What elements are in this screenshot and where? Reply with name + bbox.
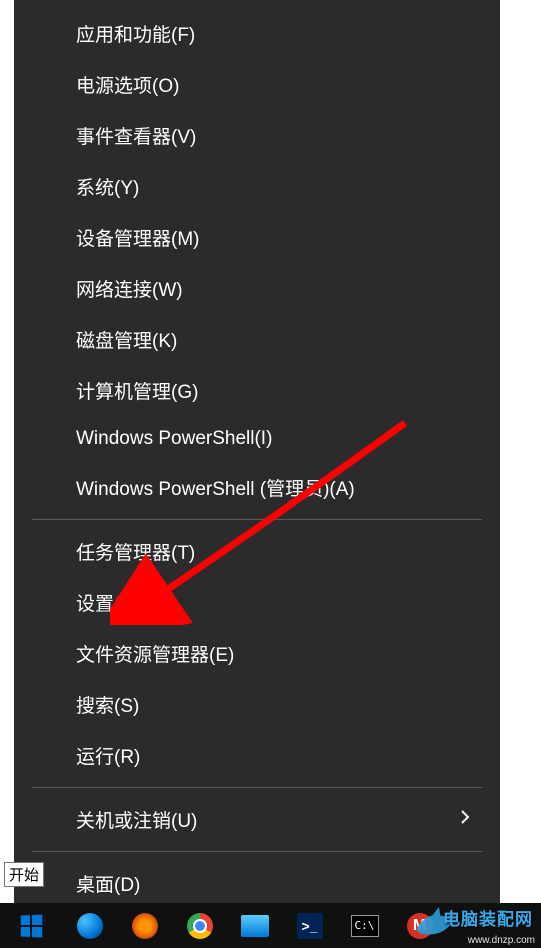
- menu-label: 网络连接(W): [76, 275, 183, 302]
- terminal-icon: C:\: [351, 915, 379, 937]
- menu-item-settings[interactable]: 设置(N): [14, 577, 500, 628]
- menu-label: 磁盘管理(K): [76, 326, 177, 353]
- taskbar-app-m[interactable]: M: [392, 903, 447, 948]
- menu-item-shutdown-signout[interactable]: 关机或注销(U): [14, 794, 500, 845]
- menu-label: 文件资源管理器(E): [76, 640, 234, 667]
- menu-label: 关机或注销(U): [76, 806, 197, 833]
- menu-label: 电源选项(O): [76, 71, 179, 98]
- taskbar-app-powershell[interactable]: >_: [282, 903, 337, 948]
- windows-logo-icon: [21, 914, 43, 937]
- menu-item-file-explorer[interactable]: 文件资源管理器(E): [14, 628, 500, 679]
- start-button[interactable]: [0, 903, 62, 948]
- m-letter-icon: M: [407, 913, 433, 939]
- menu-label: 应用和功能(F): [76, 20, 195, 47]
- menu-item-device-manager[interactable]: 设备管理器(M): [14, 212, 500, 263]
- menu-item-network-connections[interactable]: 网络连接(W): [14, 263, 500, 314]
- chevron-right-icon: [460, 809, 470, 830]
- edge-icon: [77, 913, 103, 939]
- menu-item-run[interactable]: 运行(R): [14, 730, 500, 781]
- taskbar-app-chrome[interactable]: [172, 903, 227, 948]
- menu-label: 设置(N): [76, 589, 140, 616]
- menu-item-apps-features[interactable]: 应用和功能(F): [14, 8, 500, 59]
- menu-item-desktop[interactable]: 桌面(D): [14, 858, 500, 909]
- tooltip-label: 开始: [9, 867, 39, 884]
- menu-item-power-options[interactable]: 电源选项(O): [14, 59, 500, 110]
- menu-item-system[interactable]: 系统(Y): [14, 161, 500, 212]
- menu-label: 运行(R): [76, 742, 140, 769]
- menu-item-computer-management[interactable]: 计算机管理(G): [14, 365, 500, 416]
- menu-item-powershell[interactable]: Windows PowerShell(I): [14, 416, 500, 462]
- folder-icon: [241, 915, 269, 937]
- menu-item-search[interactable]: 搜索(S): [14, 679, 500, 730]
- menu-label: 设备管理器(M): [76, 224, 199, 251]
- menu-divider: [32, 851, 482, 852]
- taskbar-app-file-explorer[interactable]: [227, 903, 282, 948]
- winx-context-menu: 应用和功能(F) 电源选项(O) 事件查看器(V) 系统(Y) 设备管理器(M)…: [14, 0, 500, 903]
- menu-divider: [32, 787, 482, 788]
- firefox-icon: [132, 913, 158, 939]
- menu-item-powershell-admin[interactable]: Windows PowerShell (管理员)(A): [14, 462, 500, 513]
- taskbar-app-firefox[interactable]: [117, 903, 172, 948]
- menu-divider: [32, 519, 482, 520]
- menu-label: 事件查看器(V): [76, 122, 196, 149]
- start-tooltip: 开始: [4, 862, 44, 887]
- taskbar-app-edge[interactable]: [62, 903, 117, 948]
- menu-label: 任务管理器(T): [76, 538, 195, 565]
- taskbar: >_ C:\ M: [0, 903, 541, 948]
- powershell-icon: >_: [297, 913, 323, 939]
- menu-label: 桌面(D): [76, 870, 140, 897]
- menu-label: Windows PowerShell (管理员)(A): [76, 474, 355, 501]
- taskbar-app-terminal[interactable]: C:\: [337, 903, 392, 948]
- menu-label: 计算机管理(G): [76, 377, 198, 404]
- menu-item-task-manager[interactable]: 任务管理器(T): [14, 526, 500, 577]
- menu-label: Windows PowerShell(I): [76, 428, 272, 450]
- menu-label: 系统(Y): [76, 173, 139, 200]
- menu-item-event-viewer[interactable]: 事件查看器(V): [14, 110, 500, 161]
- menu-label: 搜索(S): [76, 691, 139, 718]
- menu-item-disk-management[interactable]: 磁盘管理(K): [14, 314, 500, 365]
- chrome-icon: [187, 913, 213, 939]
